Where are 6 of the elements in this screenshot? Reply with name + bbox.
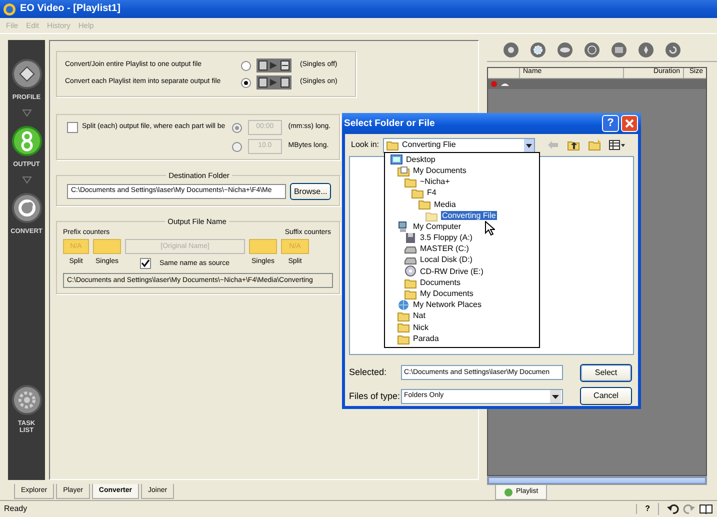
status-text: Ready: [4, 504, 28, 514]
field-label: Selected:: [349, 367, 388, 378]
dialog-title: Select Folder or File: [344, 118, 436, 130]
window-title: EO Video - [Playlist1]: [20, 3, 120, 15]
field-label: Look in:: [351, 140, 380, 150]
field-label: Files of type:: [349, 390, 399, 402]
